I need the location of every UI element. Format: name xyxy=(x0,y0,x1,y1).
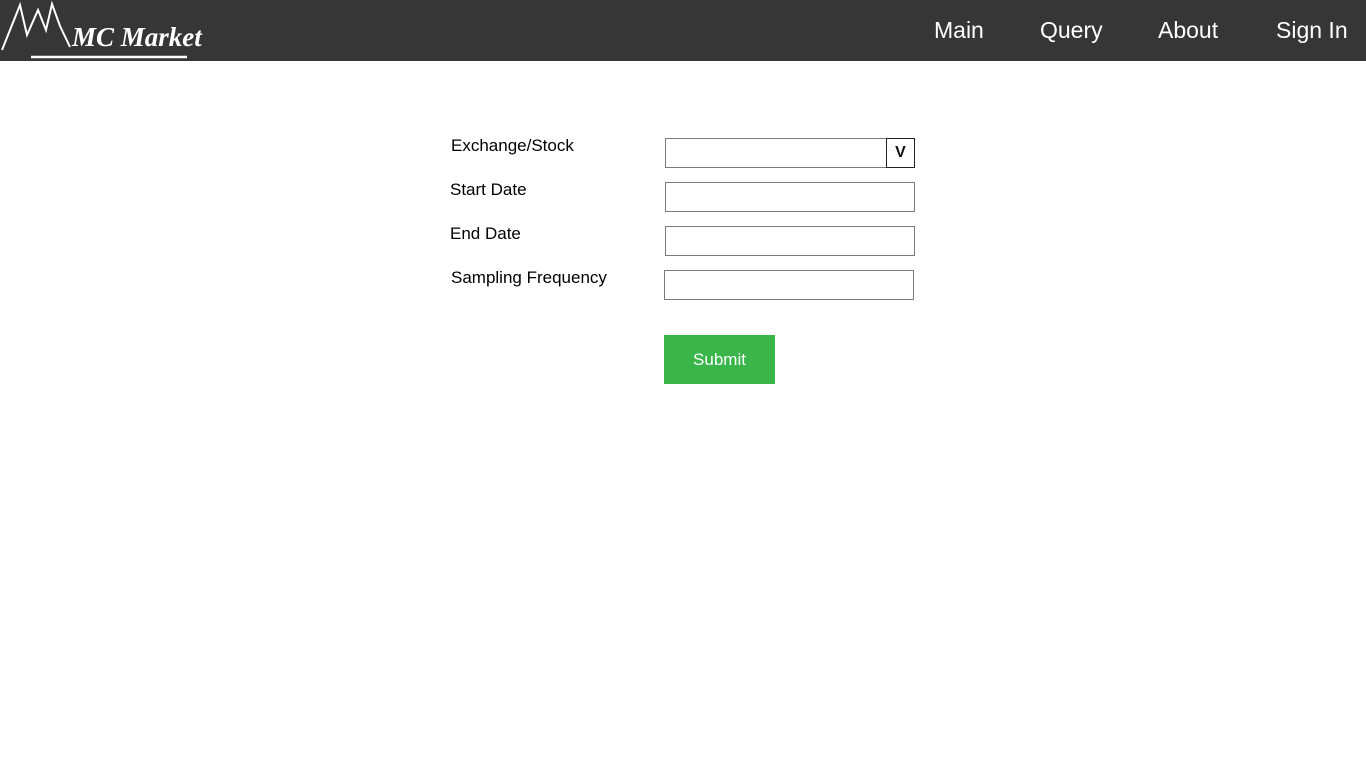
nav-sign-in-link[interactable]: Sign In xyxy=(1276,0,1348,61)
submit-button[interactable]: Submit xyxy=(664,335,775,384)
start-date-label: Start Date xyxy=(450,180,527,199)
end-date-field[interactable] xyxy=(665,226,915,256)
end-date-label: End Date xyxy=(450,224,521,243)
start-date-field[interactable] xyxy=(665,182,915,212)
top-nav-bar: MC Market Main Query About Sign In xyxy=(0,0,1366,61)
nav-about-link[interactable]: About xyxy=(1158,0,1218,61)
nav-main-link[interactable]: Main xyxy=(934,0,984,61)
nav-query-link[interactable]: Query xyxy=(1040,0,1103,61)
sampling-frequency-label: Sampling Frequency xyxy=(451,268,607,287)
exchange-dropdown-button[interactable]: V xyxy=(886,138,915,168)
sampling-frequency-field[interactable] xyxy=(664,270,914,300)
logo[interactable]: MC Market xyxy=(0,0,215,61)
logo-text: MC Market xyxy=(72,22,202,52)
exchange-stock-select[interactable] xyxy=(665,138,887,168)
exchange-stock-label: Exchange/Stock xyxy=(451,136,574,155)
chevron-down-icon: V xyxy=(895,144,906,161)
